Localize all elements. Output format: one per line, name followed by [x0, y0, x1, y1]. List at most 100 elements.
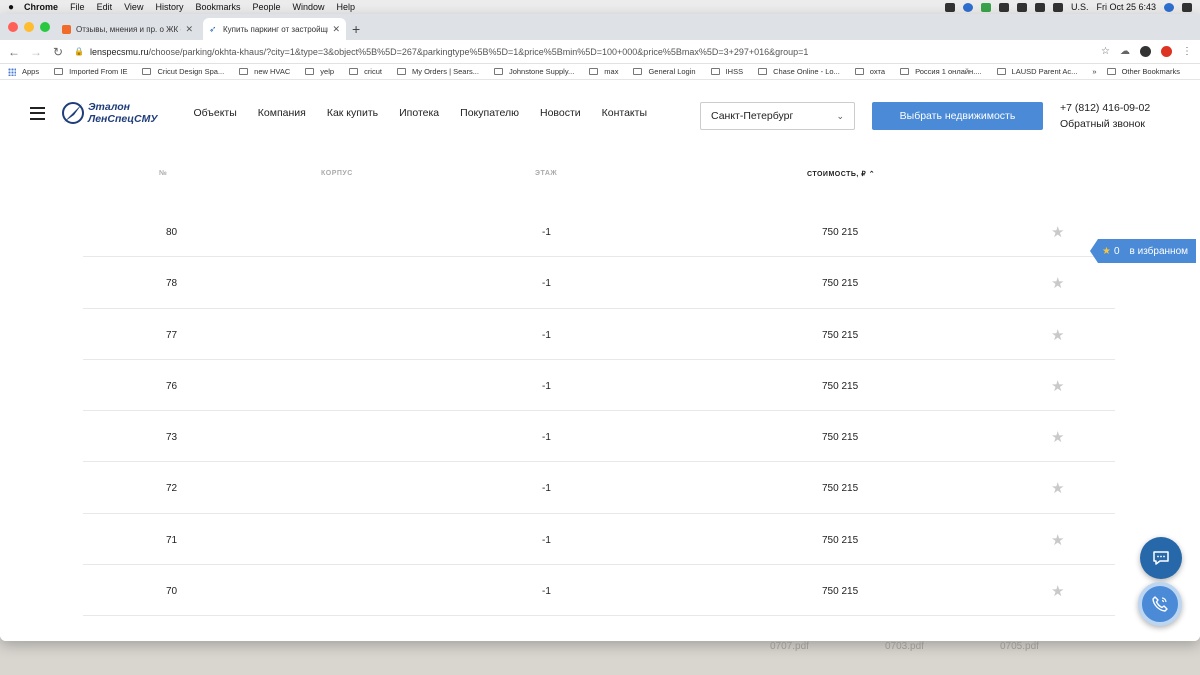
extension-red-icon[interactable] [1161, 46, 1172, 57]
tab-parking[interactable]: ➶ Купить паркинг от застройщи ✕ [203, 18, 346, 40]
header-number[interactable]: № [159, 170, 167, 177]
menu-file[interactable]: File [70, 2, 85, 12]
nav-how-to-buy[interactable]: Как купить [327, 107, 378, 119]
minimize-window-button[interactable] [24, 22, 34, 32]
wifi-icon[interactable] [1034, 2, 1045, 12]
evernote-icon[interactable] [980, 2, 991, 12]
bookmark-item[interactable]: Cricut Design Spa... [142, 67, 224, 76]
nav-objects[interactable]: Объекты [193, 107, 236, 119]
bookmark-item[interactable]: LAUSD Parent Ac... [996, 67, 1077, 76]
bookmarks-overflow-button[interactable]: » [1092, 67, 1096, 76]
airplay-icon[interactable] [998, 2, 1009, 12]
choose-property-button[interactable]: Выбрать недвижимость [872, 102, 1043, 130]
nav-news[interactable]: Новости [540, 107, 581, 119]
other-bookmarks[interactable]: Other Bookmarks [1106, 67, 1180, 76]
close-tab-icon[interactable]: ✕ [332, 24, 340, 35]
bookmark-item[interactable]: Chase Online - Lo... [758, 67, 840, 76]
window-controls [8, 22, 50, 32]
menu-help[interactable]: Help [337, 2, 356, 12]
call-button[interactable] [1138, 582, 1182, 626]
bookmark-item[interactable]: Imported From IE [54, 67, 127, 76]
dropbox-icon[interactable] [962, 2, 973, 12]
add-to-favorites-star-icon[interactable]: ★ [1051, 274, 1064, 292]
bookmark-apps[interactable]: Apps [8, 67, 39, 76]
add-to-favorites-star-icon[interactable]: ★ [1051, 223, 1064, 241]
add-to-favorites-star-icon[interactable]: ★ [1051, 326, 1064, 344]
menubar-clock[interactable]: Fri Oct 25 6:43 [1096, 2, 1156, 12]
nav-buyer[interactable]: Покупателю [460, 107, 519, 119]
callback-link[interactable]: Обратный звонок [1060, 116, 1150, 132]
bookmark-item[interactable]: My Orders | Sears... [396, 67, 479, 76]
profile-avatar[interactable] [1140, 46, 1151, 57]
menu-kebab-icon[interactable]: ⋮ [1182, 46, 1192, 57]
bookmark-folder[interactable]: new HVAC [239, 67, 290, 76]
tab-reviews[interactable]: Отзывы, мнения и пр. о ЖК « ✕ [56, 18, 199, 40]
bookmark-folder[interactable]: cricut [349, 67, 382, 76]
add-to-favorites-star-icon[interactable]: ★ [1051, 582, 1064, 600]
cell-price: 750 215 [822, 432, 859, 444]
menu-edit[interactable]: Edit [97, 2, 113, 12]
table-row[interactable]: 71 -1 750 215 ★ [83, 514, 1115, 566]
add-to-favorites-star-icon[interactable]: ★ [1051, 377, 1064, 395]
table-row[interactable]: 76 -1 750 215 ★ [83, 360, 1115, 412]
notification-center-icon[interactable] [1182, 2, 1192, 12]
bookmark-folder[interactable]: IHSS [710, 67, 743, 76]
close-window-button[interactable] [8, 22, 18, 32]
menu-window[interactable]: Window [293, 2, 325, 12]
nav-mortgage[interactable]: Ипотека [399, 107, 439, 119]
nav-contacts[interactable]: Контакты [602, 107, 647, 119]
menu-app[interactable]: Chrome [24, 2, 58, 12]
add-to-favorites-star-icon[interactable]: ★ [1051, 428, 1064, 446]
table-row[interactable]: 72 -1 750 215 ★ [83, 462, 1115, 514]
bookmark-item[interactable]: Россия 1 онлайн.... [900, 67, 982, 76]
sears-icon [396, 68, 406, 75]
nav-company[interactable]: Компания [258, 107, 306, 119]
cell-number: 78 [166, 278, 178, 290]
reload-icon[interactable]: ↻ [52, 45, 64, 59]
bookmark-star-icon[interactable]: ☆ [1101, 46, 1110, 57]
table-row[interactable]: 80 -1 750 215 ★ [83, 206, 1115, 258]
add-to-favorites-star-icon[interactable]: ★ [1051, 479, 1064, 497]
table-row[interactable]: 78 -1 750 215 ★ [83, 257, 1115, 309]
flag-icon[interactable] [1052, 2, 1063, 12]
address-bar[interactable]: 🔒 lenspecsmu.ru/choose/parking/okhta-kha… [74, 43, 1091, 61]
menu-bookmarks[interactable]: Bookmarks [195, 2, 240, 12]
new-tab-button[interactable]: + [352, 21, 360, 37]
input-locale[interactable]: U.S. [1071, 2, 1089, 12]
header-price[interactable]: СТОИМОСТЬ, ₽ ⌃ [807, 170, 875, 178]
chat-button[interactable] [1140, 537, 1182, 579]
desktop-file[interactable]: 0707.pdf [770, 641, 809, 652]
bookmark-item[interactable]: General Login [633, 67, 696, 76]
apple-icon[interactable]: ● [8, 2, 14, 13]
zoom-window-button[interactable] [40, 22, 50, 32]
hamburger-menu-icon[interactable] [30, 106, 45, 120]
menu-people[interactable]: People [252, 2, 280, 12]
phone-number[interactable]: +7 (812) 416-09-02 [1060, 100, 1150, 116]
header-floor[interactable]: ЭТАЖ [535, 170, 557, 177]
close-tab-icon[interactable]: ✕ [185, 24, 193, 35]
site-logo[interactable]: Эталон ЛенСпецСМУ [60, 100, 157, 126]
cloud-extension-icon[interactable]: ☁ [1120, 46, 1130, 57]
bookmark-folder[interactable]: yelp [305, 67, 334, 76]
forward-icon[interactable]: → [30, 45, 42, 59]
favorites-tag[interactable]: ★ 0 в избранном [1090, 239, 1196, 263]
desktop-file[interactable]: 0703.pdf [885, 641, 924, 652]
bookmark-folder[interactable]: max [589, 67, 618, 76]
add-to-favorites-star-icon[interactable]: ★ [1051, 531, 1064, 549]
siri-icon[interactable] [1164, 2, 1174, 12]
menu-view[interactable]: View [124, 2, 143, 12]
city-select[interactable]: Санкт-Петербург ⌄ [700, 102, 855, 130]
table-row[interactable]: 70 -1 750 215 ★ [83, 565, 1115, 617]
bookmark-item[interactable]: Johnstone Supply... [493, 67, 574, 76]
back-icon[interactable]: ← [8, 45, 20, 59]
desktop-file[interactable]: 0705.pdf [1000, 641, 1039, 652]
table-row[interactable]: 77 -1 750 215 ★ [83, 309, 1115, 360]
table-row[interactable]: 73 -1 750 215 ★ [83, 411, 1115, 463]
cloud-icon[interactable] [944, 2, 955, 12]
menu-history[interactable]: History [155, 2, 183, 12]
header-building[interactable]: КОРПУС [321, 170, 353, 177]
cell-price: 750 215 [822, 329, 859, 341]
bookmark-folder[interactable]: охта [854, 67, 885, 76]
lock-icon[interactable]: 🔒 [74, 47, 84, 56]
time-machine-icon[interactable] [1016, 2, 1027, 12]
